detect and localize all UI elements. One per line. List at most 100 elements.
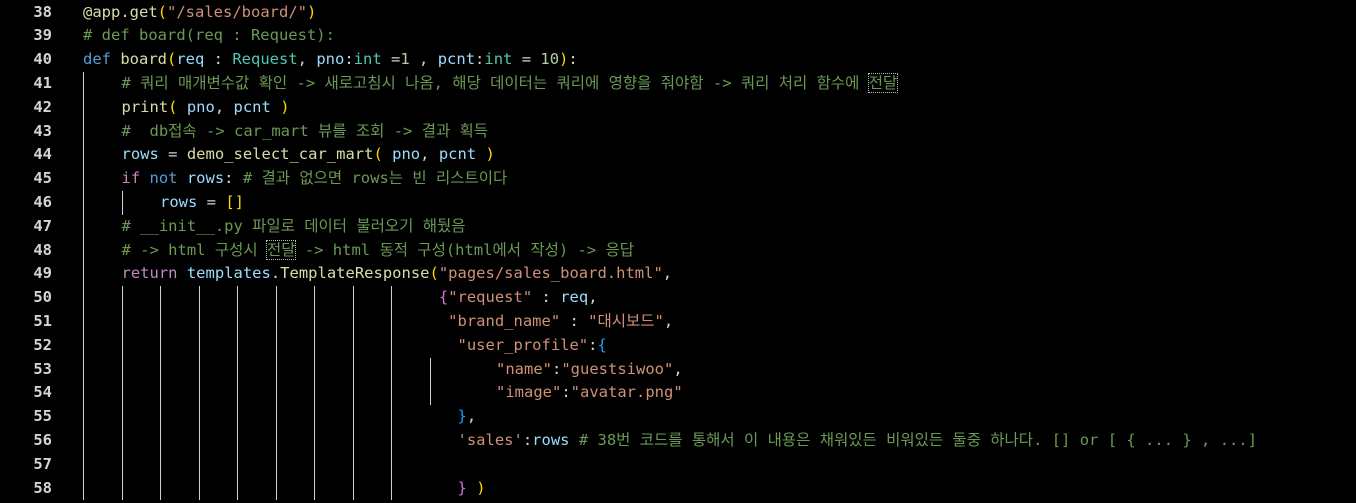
code-token: { — [597, 335, 607, 354]
indent-guide — [160, 476, 161, 501]
line-number: 43 — [33, 121, 52, 140]
line-number: 41 — [33, 74, 52, 92]
code-token: # db접속 -> car_mart 뷰를 조회 -> 결과 획득 — [121, 121, 489, 140]
code-token: # 쿼리 매개변수값 확인 -> 새로고침시 나옴, 해당 데이터는 쿼리에 영… — [121, 74, 869, 92]
code-line[interactable]: 51 "brand_name" : "대시보드", — [0, 310, 1356, 334]
indent-guide — [391, 333, 392, 358]
code-token: , — [663, 312, 674, 330]
indent-guide — [391, 286, 392, 310]
code-line[interactable]: 39 # def board(req : Request): — [0, 24, 1356, 48]
code-token: } — [457, 478, 467, 497]
line-number: 47 — [33, 216, 52, 235]
code-token: , — [214, 97, 234, 116]
code-line[interactable]: 49 return templates.TemplateResponse("pag… — [0, 262, 1356, 287]
code-line[interactable]: 54 "image":"avatar.png" — [0, 381, 1356, 406]
code-text: {"request" : req, — [430, 286, 598, 310]
code-line[interactable]: 53 "name":"guestsiwoo", — [0, 357, 1356, 382]
code-line[interactable]: 41 # 쿼리 매개변수값 확인 -> 새로고침시 나옴, 해당 데이터는 쿼리에… — [0, 72, 1356, 96]
indent-guide — [121, 333, 123, 358]
code-token: = — [381, 50, 401, 69]
code-text: # 쿼리 매개변수값 확인 -> 새로고침시 나옴, 해당 데이터는 쿼리에 영… — [121, 72, 899, 96]
code-line[interactable]: 57 — [0, 452, 1356, 477]
code-token: def — [83, 50, 121, 69]
code-token: 전달 — [265, 239, 297, 260]
code-token: not — [149, 169, 187, 188]
code-line[interactable]: 47 # __init__.py 파일로 데이터 불러오기 해뒀음 — [0, 214, 1356, 239]
indent-guide — [237, 286, 238, 310]
code-token: = — [197, 193, 226, 211]
indent-guide — [237, 405, 238, 429]
indent-guide — [391, 405, 392, 429]
indent-guide — [198, 357, 200, 382]
code-line[interactable]: 38 @app.get("/sales/board/") — [0, 1, 1356, 25]
indent-guide — [83, 429, 84, 453]
code-line[interactable]: 45 if not rows: # 결과 없으면 rows는 빈 리스트이다 — [0, 167, 1356, 191]
indent-guide — [275, 286, 277, 310]
indent-guide — [160, 333, 161, 358]
code-token: return — [121, 264, 187, 283]
code-token: # 결과 없으면 rows는 빈 리스트이다 — [242, 169, 508, 188]
indent-guide — [121, 452, 123, 477]
code-token: : — [568, 50, 578, 69]
indent-guide — [314, 381, 315, 406]
indent-guide — [275, 452, 277, 477]
code-text: 'sales':rows # 38번 코드를 통해서 이 내용은 채워있든 비워… — [430, 429, 1258, 453]
code-token: int — [484, 50, 513, 69]
code-token: pno — [177, 97, 215, 116]
indent-guide — [237, 452, 238, 477]
indent-guide — [198, 452, 200, 477]
indent-guide — [160, 286, 161, 310]
code-token: : — [475, 50, 485, 69]
code-token: = — [158, 145, 187, 164]
indent-guide — [275, 333, 277, 358]
indent-guide — [391, 429, 392, 453]
indent-guide — [83, 95, 84, 120]
code-token: , — [297, 50, 317, 69]
indent-guide — [198, 286, 200, 310]
code-text: # db접속 -> car_mart 뷰를 조회 -> 결과 획득 — [122, 120, 489, 144]
indent-guide — [83, 262, 84, 287]
code-line[interactable]: 46 rows = [] — [0, 191, 1356, 215]
code-line[interactable]: 52 "user_profile":{ — [0, 333, 1356, 358]
code-line[interactable]: 58 } ) — [0, 476, 1356, 501]
code-token: ) — [306, 2, 317, 21]
code-line[interactable]: 48 # -> html 구성시 전달 -> html 동적 구성(html에서 … — [0, 238, 1356, 263]
code-token: , — [662, 264, 673, 283]
line-number: 45 — [33, 169, 52, 188]
code-token: . — [270, 264, 281, 283]
indent-guide — [198, 405, 200, 429]
code-line[interactable]: 44 rows = demo_select_car_mart( pno, pcnt… — [0, 143, 1356, 168]
code-token: : — [344, 50, 354, 69]
line-number: 39 — [33, 26, 52, 45]
indent-guide — [121, 357, 123, 382]
code-line[interactable]: 40 def board(req : Request, pno:int =1 , … — [0, 48, 1356, 72]
indent-guide — [275, 429, 277, 453]
code-token: = — [512, 50, 541, 69]
indent-guide — [275, 310, 277, 334]
code-editor[interactable]: 38 @app.get("/sales/board/") 39 # def board… — [0, 0, 1356, 503]
code-line[interactable]: 50 {"request" : req, — [0, 286, 1356, 310]
code-line[interactable]: 56 'sales':rows # 38번 코드를 통해서 이 내용은 채워있든… — [0, 429, 1356, 453]
code-line[interactable]: 42 print( pno, pcnt ) — [0, 95, 1356, 120]
code-line[interactable]: 55 }, — [0, 405, 1356, 429]
code-token: , — [420, 145, 439, 164]
line-number: 57 — [33, 454, 52, 473]
code-text: print( pno, pcnt ) — [122, 96, 290, 120]
code-token: rows — [532, 431, 570, 449]
code-line[interactable]: 43 # db접속 -> car_mart 뷰를 조회 -> 결과 획득 — [0, 119, 1356, 144]
code-token: , — [409, 50, 438, 69]
indent-guide — [314, 429, 315, 453]
code-token: @app.get — [83, 2, 158, 21]
line-number: 52 — [33, 335, 52, 354]
code-token: "image" — [496, 383, 562, 402]
code-token: rows — [160, 193, 198, 211]
indent-guide — [352, 405, 354, 429]
code-token: pno — [382, 145, 421, 164]
indent-guide — [391, 381, 392, 406]
code-token: req — [176, 50, 205, 69]
